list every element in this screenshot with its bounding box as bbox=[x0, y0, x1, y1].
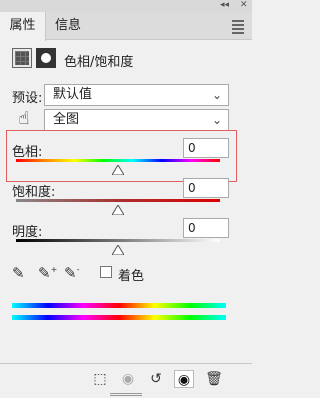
hue-slider-track[interactable] bbox=[16, 159, 220, 162]
hue-slider-thumb[interactable] bbox=[112, 165, 124, 175]
channel-row: ☝ 全图 ⌄ bbox=[0, 108, 252, 132]
resize-handle[interactable] bbox=[110, 393, 142, 396]
layer-mask-icon[interactable] bbox=[36, 48, 56, 68]
view-previous-icon[interactable]: ◉ bbox=[118, 370, 138, 388]
close-icon[interactable]: ✕ bbox=[240, 0, 248, 11]
tab-info[interactable]: 信息 bbox=[48, 12, 88, 40]
clip-to-layer-icon[interactable]: ⬚ bbox=[90, 370, 110, 388]
chevron-down-icon: ⌄ bbox=[211, 88, 222, 102]
eyedropper-row: ✎ ✎+ ✎- 着色 bbox=[0, 264, 252, 284]
hue-input[interactable]: 0 bbox=[183, 138, 229, 158]
preset-row: 预设: 默认值 ⌄ bbox=[0, 84, 252, 106]
adjustment-layer-icon[interactable] bbox=[12, 48, 32, 68]
tab-bar: 属性 信息 bbox=[0, 12, 252, 41]
visibility-icon[interactable]: ◉ bbox=[174, 370, 194, 388]
panel-top-strip: ◂◂ ✕ bbox=[0, 0, 252, 12]
saturation-label: 饱和度: bbox=[12, 185, 56, 200]
collapse-icon[interactable]: ◂◂ bbox=[220, 0, 229, 11]
channel-value: 全图 bbox=[53, 112, 80, 127]
eyedropper-subtract-icon[interactable]: ✎- bbox=[64, 264, 79, 282]
properties-header: 色相/饱和度 bbox=[0, 44, 252, 76]
targeted-adjustment-hand-icon[interactable]: ☝ bbox=[12, 108, 36, 132]
lightness-input[interactable]: 0 bbox=[183, 218, 229, 238]
preset-value: 默认值 bbox=[53, 87, 93, 102]
colorize-label: 着色 bbox=[118, 269, 145, 284]
chevron-down-icon: ⌄ bbox=[211, 113, 222, 127]
delete-icon[interactable]: 🗑 bbox=[204, 370, 224, 388]
input-color-bar bbox=[12, 303, 226, 308]
panel-title: 色相/饱和度 bbox=[64, 55, 134, 70]
reset-icon[interactable]: ↺ bbox=[146, 370, 166, 388]
hue-label: 色相: bbox=[12, 145, 43, 160]
saturation-input[interactable]: 0 bbox=[183, 178, 229, 198]
tab-properties[interactable]: 属性 bbox=[0, 12, 46, 41]
lightness-label: 明度: bbox=[12, 225, 43, 240]
eyedropper-add-icon[interactable]: ✎+ bbox=[38, 264, 57, 282]
channel-select[interactable]: 全图 ⌄ bbox=[44, 109, 229, 131]
lightness-slider-thumb[interactable] bbox=[112, 245, 124, 255]
eyedropper-icon[interactable]: ✎ bbox=[12, 264, 25, 282]
saturation-slider-thumb[interactable] bbox=[112, 205, 124, 215]
colorize-checkbox[interactable] bbox=[100, 266, 112, 278]
preset-select[interactable]: 默认值 ⌄ bbox=[44, 84, 229, 106]
saturation-slider-track[interactable] bbox=[16, 199, 220, 202]
preset-label: 预设: bbox=[12, 91, 43, 106]
panel-menu-icon[interactable] bbox=[232, 20, 244, 36]
bottom-toolbar: ⬚ ◉ ↺ ◉ 🗑 bbox=[0, 363, 252, 393]
lightness-slider-track[interactable] bbox=[16, 239, 220, 242]
output-color-bar bbox=[12, 315, 226, 320]
